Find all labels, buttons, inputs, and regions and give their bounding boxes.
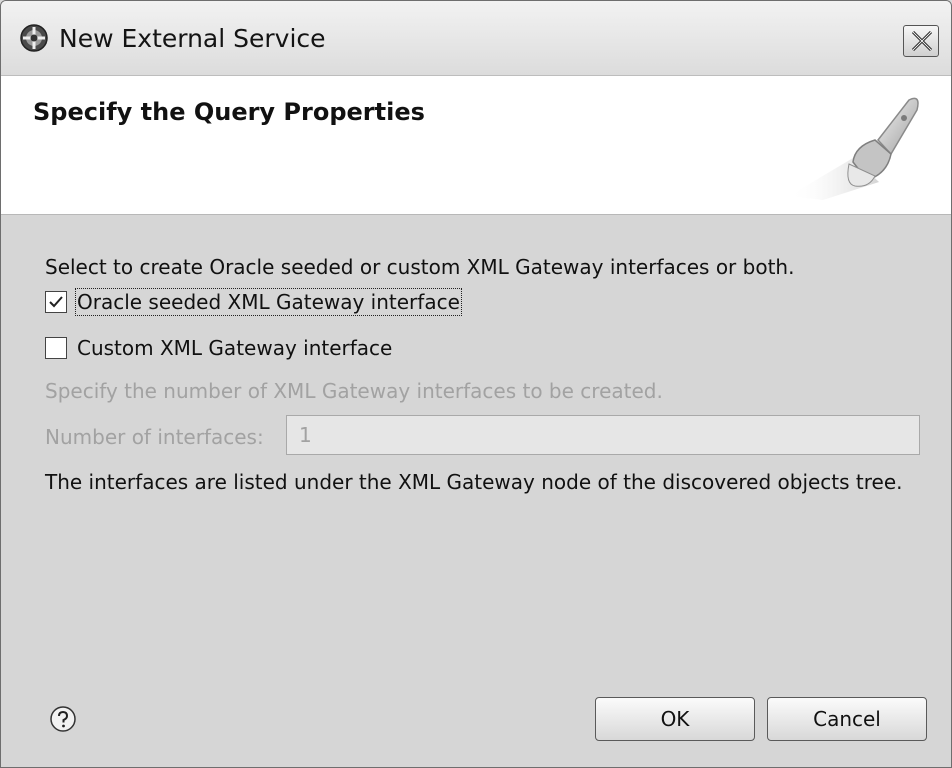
title-bar[interactable]: New External Service [1, 1, 951, 76]
number-of-interfaces-input[interactable] [286, 415, 920, 455]
service-icon [19, 23, 49, 53]
oracle-seeded-option[interactable]: Oracle seeded XML Gateway interface [45, 285, 462, 319]
close-button[interactable] [903, 25, 939, 57]
custom-option[interactable]: Custom XML Gateway interface [45, 331, 392, 365]
info-text: The interfaces are listed under the XML … [45, 470, 903, 494]
close-icon [911, 30, 933, 52]
checkmark-icon [49, 296, 63, 308]
oracle-seeded-label[interactable]: Oracle seeded XML Gateway interface [75, 288, 462, 316]
page-title: Specify the Query Properties [33, 98, 425, 126]
window-title: New External Service [59, 24, 326, 53]
wizard-brush-icon [783, 88, 933, 208]
description-text: Select to create Oracle seeded or custom… [45, 255, 795, 279]
custom-checkbox[interactable] [45, 337, 67, 359]
dialog-content: Select to create Oracle seeded or custom… [1, 215, 951, 765]
help-icon[interactable] [49, 705, 77, 733]
custom-label[interactable]: Custom XML Gateway interface [77, 336, 392, 360]
cancel-button[interactable]: Cancel [767, 697, 927, 741]
number-of-interfaces-label: Number of interfaces: [45, 425, 264, 449]
wizard-banner: Specify the Query Properties [1, 76, 951, 215]
oracle-seeded-checkbox[interactable] [45, 291, 67, 313]
ok-button[interactable]: OK [595, 697, 755, 741]
specify-count-text: Specify the number of XML Gateway interf… [45, 379, 663, 403]
dialog-window: New External Service Specify the Query P… [0, 0, 952, 768]
